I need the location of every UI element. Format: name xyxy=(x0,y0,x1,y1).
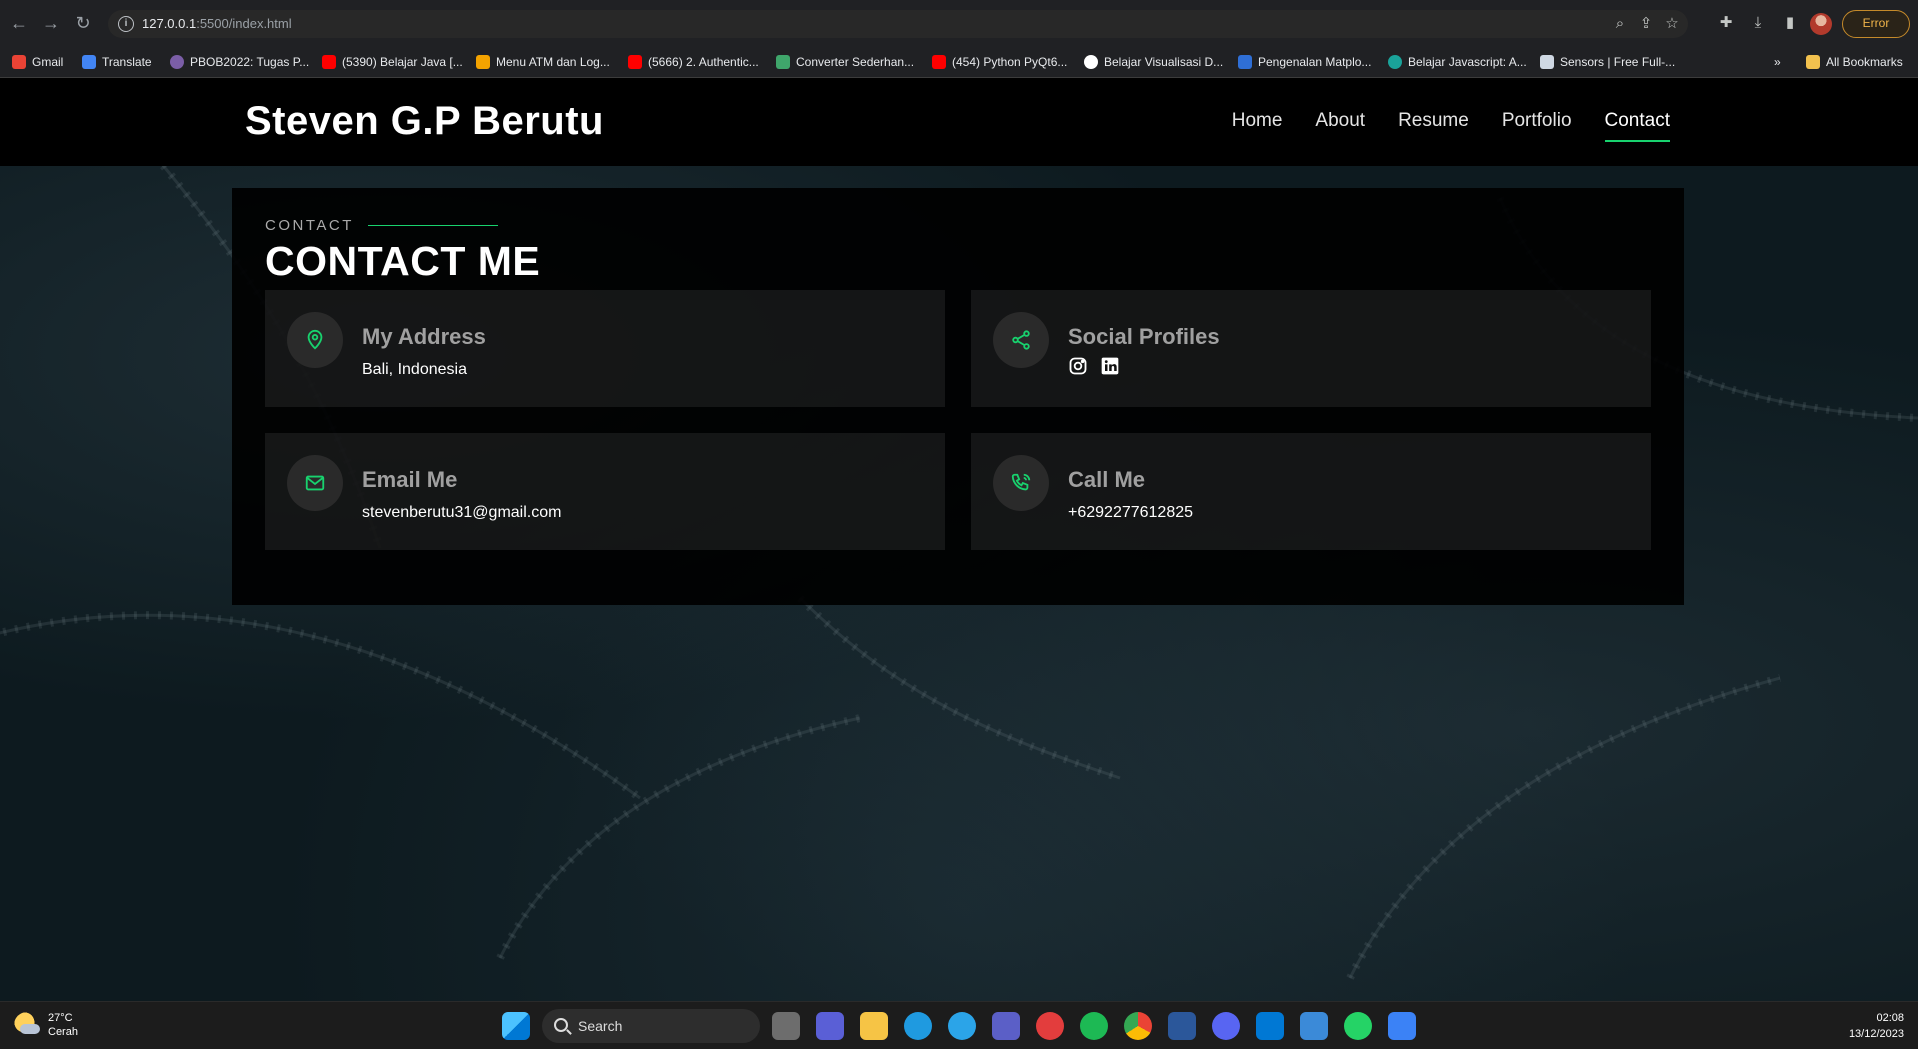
medium-icon xyxy=(1084,55,1098,69)
site-icon xyxy=(1388,55,1402,69)
site-header: Steven G.P Berutu Home About Resume Port… xyxy=(0,78,1918,166)
temperature: 27°C xyxy=(48,1012,73,1024)
error-button[interactable]: Error xyxy=(1842,10,1910,38)
phone-title: Call Me xyxy=(1068,467,1146,492)
site-logo[interactable]: Steven G.P Berutu xyxy=(245,99,604,144)
bookmark-item[interactable]: Sensors | Free Full-... xyxy=(1540,54,1675,70)
spotify-icon[interactable] xyxy=(1080,1012,1108,1040)
taskbar: 27°C Cerah Search 02:08 13/12/2023 xyxy=(0,1001,1918,1049)
bookmark-item[interactable]: Menu ATM dan Log... xyxy=(476,54,610,70)
phone-box: Call Me +6292277612825 xyxy=(971,433,1651,550)
main-nav: Home About Resume Portfolio Contact xyxy=(1232,110,1671,142)
email-text[interactable]: stevenberutu31@gmail.com xyxy=(362,504,561,522)
teams-icon[interactable] xyxy=(992,1012,1020,1040)
instagram-icon[interactable] xyxy=(1068,356,1088,376)
bookmark-item[interactable]: (454) Python PyQt6... xyxy=(932,54,1067,70)
youtube-icon xyxy=(628,55,642,69)
bookmarks-bar: Gmail Translate PBOB2022: Tugas P... (53… xyxy=(0,46,1918,78)
windows-start-icon[interactable] xyxy=(502,1012,530,1040)
app-icon[interactable] xyxy=(1036,1012,1064,1040)
task-view-icon[interactable] xyxy=(772,1012,800,1040)
bookmark-item[interactable]: Gmail xyxy=(12,54,63,70)
contact-section: CONTACT CONTACT ME My Address Bali, Indo… xyxy=(232,188,1684,605)
reload-icon[interactable]: ↻ xyxy=(72,12,94,34)
page-content: Steven G.P Berutu Home About Resume Port… xyxy=(0,78,1918,1001)
site-icon xyxy=(1238,55,1252,69)
bookmark-item[interactable]: (5666) 2. Authentic... xyxy=(628,54,759,70)
youtube-icon xyxy=(322,55,336,69)
site-icon xyxy=(170,55,184,69)
weather-condition: Cerah xyxy=(48,1026,78,1038)
forward-icon[interactable]: → xyxy=(40,12,62,34)
help-icon[interactable] xyxy=(948,1012,976,1040)
bookmark-item[interactable]: (5390) Belajar Java [... xyxy=(322,54,463,70)
address-box: My Address Bali, Indonesia xyxy=(265,290,945,407)
nav-about[interactable]: About xyxy=(1315,110,1365,138)
nav-contact[interactable]: Contact xyxy=(1604,110,1671,142)
share-icon xyxy=(993,312,1049,368)
social-title: Social Profiles xyxy=(1068,324,1220,349)
translate-icon xyxy=(82,55,96,69)
linkedin-icon[interactable] xyxy=(1100,356,1120,376)
folder-icon xyxy=(1806,55,1820,69)
email-title: Email Me xyxy=(362,467,458,492)
all-bookmarks[interactable]: All Bookmarks xyxy=(1806,54,1903,70)
download-icon[interactable]: ⤓ xyxy=(1748,13,1768,33)
site-info-icon[interactable]: i xyxy=(118,16,134,32)
word-icon[interactable] xyxy=(1168,1012,1196,1040)
taskbar-search[interactable]: Search xyxy=(542,1009,760,1043)
youtube-icon xyxy=(932,55,946,69)
site-icon xyxy=(776,55,790,69)
bookmark-star-icon[interactable]: ☆ xyxy=(1662,14,1682,34)
share-page-icon[interactable]: ⇪ xyxy=(1636,14,1656,34)
chrome-icon[interactable] xyxy=(1124,1012,1152,1040)
address-url[interactable]: 127.0.0.1:5500/index.html xyxy=(142,16,292,31)
bookmark-item[interactable]: Converter Sederhan... xyxy=(776,54,914,70)
zoom-icon[interactable]: ⌕ xyxy=(1610,14,1630,34)
bookmark-item[interactable]: PBOB2022: Tugas P... xyxy=(170,54,309,70)
vscode-icon[interactable] xyxy=(1256,1012,1284,1040)
site-icon xyxy=(1540,55,1554,69)
bookmarks-overflow[interactable]: » xyxy=(1774,54,1781,70)
gmail-icon xyxy=(12,55,26,69)
address-text: Bali, Indonesia xyxy=(362,361,467,378)
edge-icon[interactable] xyxy=(904,1012,932,1040)
system-clock[interactable]: 02:08 13/12/2023 xyxy=(1849,1010,1904,1042)
partly-cloudy-icon xyxy=(14,1012,40,1038)
discord-icon[interactable] xyxy=(1212,1012,1240,1040)
todo-icon[interactable] xyxy=(1388,1012,1416,1040)
bookmark-item[interactable]: Belajar Visualisasi D... xyxy=(1084,54,1223,70)
address-title: My Address xyxy=(362,324,486,349)
section-subtitle: CONTACT xyxy=(265,217,498,234)
social-box: Social Profiles xyxy=(971,290,1651,407)
profile-avatar[interactable] xyxy=(1810,13,1832,35)
paint-icon[interactable] xyxy=(1300,1012,1328,1040)
file-explorer-icon[interactable] xyxy=(860,1012,888,1040)
chat-icon[interactable] xyxy=(816,1012,844,1040)
subtitle-line xyxy=(367,225,498,226)
envelope-icon xyxy=(287,455,343,511)
back-icon[interactable]: ← xyxy=(8,12,30,34)
bookmark-item[interactable]: Pengenalan Matplo... xyxy=(1238,54,1371,70)
nav-portfolio[interactable]: Portfolio xyxy=(1502,110,1572,138)
bookmark-item[interactable]: Translate xyxy=(82,54,152,70)
site-icon xyxy=(476,55,490,69)
extensions-icon[interactable]: ✚ xyxy=(1716,13,1736,33)
browser-toolbar: ← → ↻ i 127.0.0.1:5500/index.html ⌕ ⇪ ☆ … xyxy=(0,0,1918,46)
map-pin-icon xyxy=(287,312,343,368)
nav-resume[interactable]: Resume xyxy=(1398,110,1469,138)
phone-text[interactable]: +6292277612825 xyxy=(1068,504,1193,522)
weather-widget[interactable]: 27°C Cerah xyxy=(14,1011,78,1039)
section-title: CONTACT ME xyxy=(265,238,541,284)
phone-icon xyxy=(993,455,1049,511)
bookmark-item[interactable]: Belajar Javascript: A... xyxy=(1388,54,1527,70)
whatsapp-icon[interactable] xyxy=(1344,1012,1372,1040)
social-links xyxy=(1068,356,1120,376)
nav-home[interactable]: Home xyxy=(1232,110,1283,138)
side-panel-icon[interactable]: ▮ xyxy=(1780,13,1800,33)
address-bar[interactable]: i 127.0.0.1:5500/index.html ⌕ ⇪ ☆ xyxy=(108,10,1688,38)
email-box: Email Me stevenberutu31@gmail.com xyxy=(265,433,945,550)
search-icon xyxy=(554,1018,568,1032)
